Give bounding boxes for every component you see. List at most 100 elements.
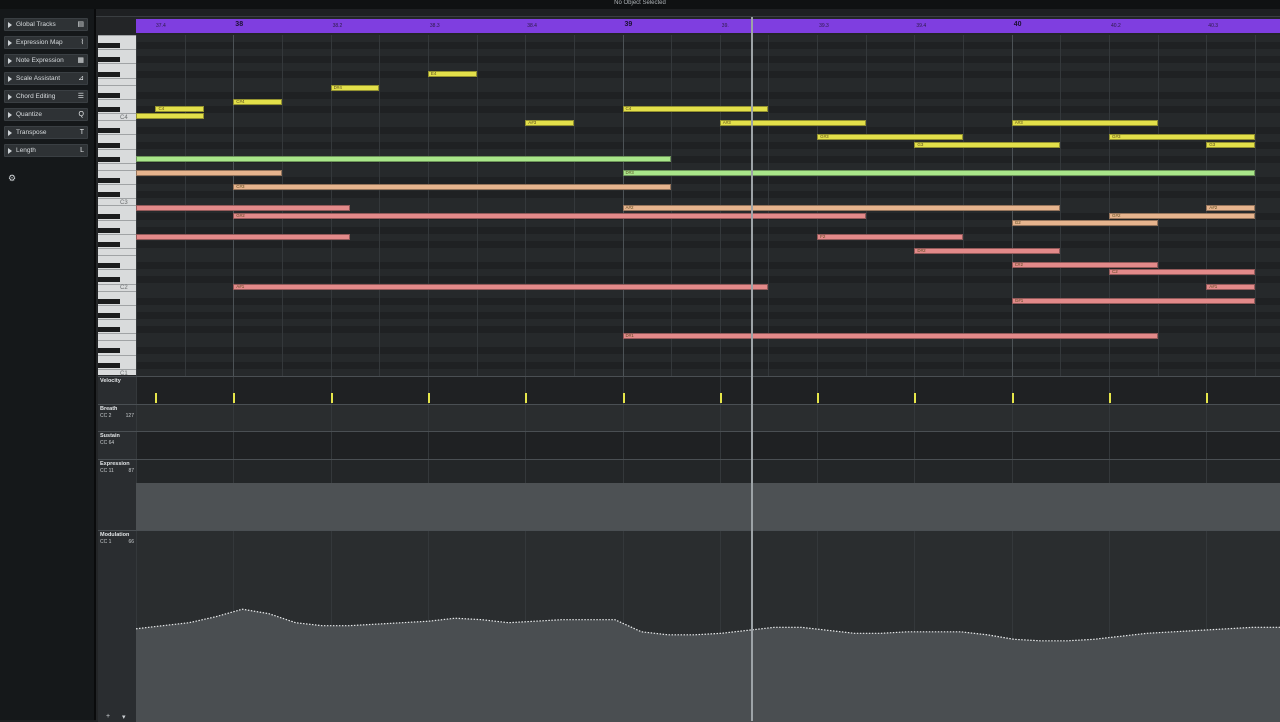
- note-label: C#4: [236, 98, 245, 104]
- ruler-beat-label: 37.4: [156, 23, 166, 29]
- modulation-curve[interactable]: [136, 531, 1280, 722]
- midi-note[interactable]: D#3: [622, 169, 1255, 176]
- note-grid[interactable]: C4 C#4 D#4 E4 A#3 C4 A#3 G#3 G3 A#3 G#3 G3 D#3 C#3 A#2…: [136, 35, 1280, 376]
- black-key[interactable]: [98, 178, 120, 183]
- white-key-divider: [98, 169, 136, 171]
- midi-note[interactable]: [136, 155, 672, 162]
- inspector-label: Transpose: [16, 129, 47, 136]
- midi-note[interactable]: A#3: [1011, 120, 1158, 127]
- note-label: A#1: [1209, 283, 1218, 289]
- midi-note[interactable]: D#4: [330, 84, 380, 91]
- note-label: G3: [917, 141, 924, 147]
- midi-note[interactable]: C2: [1109, 269, 1255, 276]
- midi-note[interactable]: E4: [427, 70, 477, 77]
- inspector-scale-assistant[interactable]: Scale Assistant ⊿: [4, 72, 88, 85]
- add-lane-button[interactable]: +: [106, 713, 110, 720]
- velocity-bar[interactable]: [155, 393, 158, 403]
- midi-note[interactable]: A#2: [1206, 205, 1255, 212]
- midi-note[interactable]: [136, 205, 351, 212]
- velocity-bar[interactable]: [817, 393, 820, 403]
- lane-header-breath[interactable]: Breath CC 2 127: [98, 404, 136, 432]
- midi-note[interactable]: G3: [914, 141, 1061, 148]
- velocity-bar[interactable]: [719, 393, 722, 403]
- midi-note[interactable]: G#3: [1109, 134, 1255, 141]
- midi-note[interactable]: G#3: [817, 134, 964, 141]
- velocity-bar[interactable]: [1109, 393, 1111, 403]
- inspector-expression-map[interactable]: Expression Map ⌇: [4, 36, 88, 49]
- black-key[interactable]: [98, 241, 120, 247]
- black-key[interactable]: [98, 348, 120, 354]
- black-key[interactable]: [98, 362, 120, 368]
- midi-note[interactable]: G#1: [1011, 297, 1255, 304]
- midi-note[interactable]: G2: [1011, 219, 1158, 226]
- black-key[interactable]: [98, 92, 120, 98]
- midi-note[interactable]: G#2: [233, 212, 866, 219]
- black-key[interactable]: [98, 227, 120, 233]
- piano-keyboard[interactable]: C4 C3 C2 C1: [98, 35, 136, 375]
- velocity-bar[interactable]: [1011, 393, 1014, 403]
- lane-header-velocity[interactable]: Velocity: [98, 376, 136, 405]
- timeline-ruler[interactable]: 37.4 38 38.2 38.3 38.4 39 39. 39.3 39.4 40 40.2 40.…: [136, 19, 1280, 33]
- lane-cc: CC 11: [100, 468, 114, 474]
- lane-header-modulation[interactable]: Modulation CC 1 66: [98, 530, 136, 722]
- inspector-label: Note Expression: [16, 57, 64, 64]
- lane-header-sustain[interactable]: Sustain CC 64: [98, 431, 136, 460]
- white-key-divider: [98, 134, 136, 136]
- black-key[interactable]: [98, 312, 120, 318]
- midi-note[interactable]: A#2: [622, 205, 1061, 212]
- midi-note[interactable]: G#2: [1109, 212, 1255, 219]
- midi-note[interactable]: D#1: [622, 333, 1158, 340]
- inspector-quantize[interactable]: Quantize Q: [4, 108, 88, 121]
- black-key[interactable]: [98, 156, 120, 162]
- midi-note[interactable]: [136, 233, 351, 240]
- midi-note[interactable]: A#1: [233, 283, 769, 290]
- midi-note[interactable]: A#1: [1206, 283, 1255, 290]
- settings-gear-icon[interactable]: ⚙: [6, 172, 18, 184]
- midi-note[interactable]: [136, 169, 282, 176]
- midi-note[interactable]: C#2: [1011, 262, 1158, 269]
- black-key[interactable]: [98, 142, 120, 148]
- lane-body-expression[interactable]: [136, 459, 1280, 531]
- midi-note[interactable]: C4: [155, 106, 205, 112]
- black-key[interactable]: [98, 128, 120, 134]
- inspector-note-expression[interactable]: Note Expression ▦: [4, 54, 88, 67]
- black-key[interactable]: [98, 298, 120, 304]
- midi-note[interactable]: F2: [817, 233, 964, 240]
- black-key[interactable]: [98, 71, 120, 77]
- velocity-bar[interactable]: [330, 393, 333, 403]
- velocity-bar[interactable]: [427, 393, 430, 403]
- black-key[interactable]: [98, 213, 120, 219]
- velocity-bar[interactable]: [914, 393, 917, 403]
- inspector-global-tracks[interactable]: Global Tracks ▤: [4, 18, 88, 31]
- black-key[interactable]: [98, 192, 120, 198]
- midi-note[interactable]: G3: [1206, 141, 1255, 148]
- ruler-beat-label: 39.4: [916, 23, 927, 29]
- inspector-transpose[interactable]: Transpose T: [4, 126, 88, 139]
- lane-body-sustain[interactable]: [136, 431, 1280, 460]
- velocity-bar[interactable]: [1206, 393, 1209, 403]
- lane-body-breath[interactable]: [136, 404, 1280, 432]
- lane-body-velocity[interactable]: [136, 376, 1280, 405]
- midi-note[interactable]: D#2: [914, 248, 1061, 254]
- midi-note[interactable]: C4: [622, 106, 769, 112]
- black-key[interactable]: [98, 57, 120, 63]
- black-key[interactable]: [98, 277, 120, 283]
- lane-header-expression[interactable]: Expression CC 11 87: [98, 459, 136, 531]
- velocity-bar[interactable]: [233, 393, 236, 403]
- lane-body-modulation[interactable]: [136, 530, 1280, 722]
- inspector-chord-editing[interactable]: Chord Editing ☰: [4, 90, 88, 103]
- playhead-cursor[interactable]: [751, 17, 753, 721]
- midi-note[interactable]: C#4: [233, 98, 282, 105]
- black-key[interactable]: [98, 327, 120, 333]
- midi-note[interactable]: C#3: [233, 184, 672, 191]
- inspector-length[interactable]: Length L: [4, 144, 88, 157]
- white-key-divider: [98, 333, 136, 335]
- midi-note[interactable]: A#3: [719, 120, 866, 127]
- velocity-bar[interactable]: [622, 393, 625, 403]
- velocity-bar[interactable]: [525, 393, 528, 403]
- midi-note[interactable]: [136, 113, 205, 120]
- black-key[interactable]: [98, 43, 120, 49]
- black-key[interactable]: [98, 263, 120, 269]
- midi-note[interactable]: A#3: [525, 120, 574, 127]
- black-key[interactable]: [98, 107, 120, 112]
